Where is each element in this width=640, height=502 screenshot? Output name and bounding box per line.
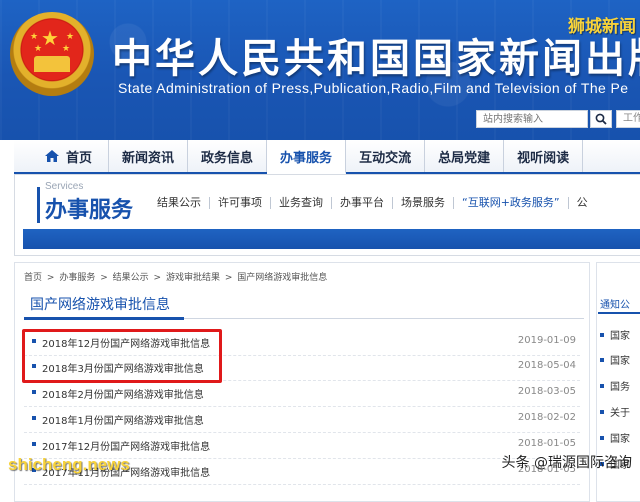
- nav-item-services[interactable]: 办事服务: [267, 140, 347, 174]
- emblem-star: ★: [41, 26, 59, 50]
- services-panel: Services 办事服务 结果公示 许可事项 业务查询 办事平台 场景服务 “…: [14, 174, 640, 256]
- notice-bullet-icon: [600, 436, 604, 440]
- site-subtitle-en: State Administration of Press,Publicatio…: [118, 80, 629, 96]
- breadcrumb: 首页 > 办事服务 > 结果公示 > 游戏审批结果 > 国产网络游戏审批信息: [24, 270, 329, 283]
- services-label-en: Services: [45, 181, 84, 192]
- notice-item[interactable]: 国家: [610, 327, 630, 342]
- list-item-date: 2018-03-05: [517, 386, 576, 397]
- list-item-date: 2018-02-02: [517, 412, 576, 423]
- emblem-small-star: ★: [34, 44, 43, 54]
- nav-item-party-building[interactable]: 总局党建: [425, 140, 505, 172]
- services-link-internet-plus[interactable]: “互联网+政务服务”: [454, 197, 569, 209]
- watermark-bottom-left: shicheng.news: [8, 455, 130, 474]
- emblem-gate: [34, 56, 70, 72]
- breadcrumb-separator: >: [46, 273, 55, 283]
- list-item[interactable]: 2018年12月份国产网络游戏审批信息 2019-01-09: [24, 330, 580, 356]
- list-item[interactable]: 2018年3月份国产网络游戏审批信息 2018-05-04: [24, 355, 580, 381]
- list-bullet-icon: [32, 442, 36, 446]
- services-link-platform[interactable]: 办事平台: [332, 197, 393, 209]
- search-button[interactable]: [590, 110, 612, 128]
- emblem-small-star: ★: [66, 32, 75, 42]
- breadcrumb-separator: >: [153, 273, 162, 283]
- notice-bullet-icon: [600, 358, 604, 362]
- services-accent-bar: [37, 187, 40, 223]
- nav-item-government-info[interactable]: 政务信息: [188, 140, 268, 172]
- notice-item[interactable]: 国务: [610, 378, 630, 393]
- notice-item[interactable]: 国家: [610, 352, 630, 367]
- services-link-scenario[interactable]: 场景服务: [393, 197, 454, 209]
- breadcrumb-game-approval[interactable]: 游戏审批结果: [166, 273, 220, 283]
- secondary-search-field[interactable]: 工作: [616, 110, 640, 128]
- breadcrumb-services[interactable]: 办事服务: [59, 273, 95, 283]
- breadcrumb-separator: >: [100, 273, 108, 283]
- breadcrumb-separator: >: [224, 273, 233, 283]
- nav-item-news[interactable]: 新闻资讯: [109, 140, 189, 172]
- services-link-query[interactable]: 业务查询: [271, 197, 332, 209]
- nav-item-home[interactable]: 首页: [14, 140, 110, 172]
- list-item-title[interactable]: 2018年12月份国产网络游戏审批信息: [42, 335, 210, 350]
- list-bullet-icon: [32, 339, 36, 343]
- list-bullet-icon: [32, 390, 36, 394]
- list-title-underline: [24, 317, 184, 320]
- services-links: 结果公示 许可事项 业务查询 办事平台 场景服务 “互联网+政务服务” 公: [149, 197, 596, 209]
- emblem-small-star: ★: [62, 44, 71, 54]
- watermark-top: 狮城新闻: [568, 17, 636, 37]
- national-emblem-icon: ★ ★ ★ ★ ★: [10, 12, 94, 96]
- site-title[interactable]: 中华人民共和国国家新闻出版: [112, 26, 640, 84]
- list-item-title[interactable]: 2018年1月份国产网络游戏审批信息: [42, 412, 204, 427]
- list-title: 国产网络游戏审批信息: [30, 297, 170, 313]
- nav-item-interaction[interactable]: 互动交流: [346, 140, 426, 172]
- notice-bullet-icon: [600, 410, 604, 414]
- list-item-date: 2018-05-04: [517, 360, 576, 371]
- emblem-small-star: ★: [30, 32, 39, 42]
- list-item-title[interactable]: 2018年2月份国产网络游戏审批信息: [42, 386, 204, 401]
- nav-item-audio-visual[interactable]: 视听阅读: [504, 140, 584, 172]
- notice-panel-title[interactable]: 通知公: [600, 296, 630, 311]
- list-item-date: 2019-01-09: [517, 335, 576, 346]
- search-input[interactable]: [476, 110, 588, 128]
- nav-item-label: 首页: [66, 150, 93, 166]
- notice-bullet-icon: [600, 384, 604, 388]
- breadcrumb-results[interactable]: 结果公示: [113, 273, 149, 283]
- notice-item[interactable]: 国家: [610, 430, 630, 445]
- services-blue-strip: [23, 229, 640, 249]
- home-icon: [45, 150, 59, 162]
- list-item-title[interactable]: 2017年12月份国产网络游戏审批信息: [42, 438, 210, 453]
- list-bullet-icon: [32, 364, 36, 368]
- breadcrumb-home[interactable]: 首页: [24, 273, 42, 283]
- services-link-licensing[interactable]: 许可事项: [210, 197, 271, 209]
- services-link-extra[interactable]: 公: [569, 197, 596, 209]
- notice-bullet-icon: [600, 333, 604, 337]
- breadcrumb-current: 国产网络游戏审批信息: [237, 273, 328, 283]
- list-item[interactable]: 2018年2月份国产网络游戏审批信息 2018-03-05: [24, 381, 580, 407]
- list-item[interactable]: 2018年1月份国产网络游戏审批信息 2018-02-02: [24, 407, 580, 433]
- list-item-date: 2018-01-05: [517, 438, 576, 449]
- notice-item[interactable]: 关于: [610, 404, 630, 419]
- search-icon: [595, 113, 607, 125]
- watermark-bottom-right: 头条 @瑞源国际咨询: [501, 455, 632, 471]
- services-link-results[interactable]: 结果公示: [149, 197, 210, 209]
- services-title: 办事服务: [45, 198, 134, 223]
- list-item-title[interactable]: 2018年3月份国产网络游戏审批信息: [42, 360, 204, 375]
- main-nav: 首页 新闻资讯 政务信息 办事服务 互动交流 总局党建 视听阅读: [14, 140, 640, 174]
- notice-panel-underline: [598, 312, 640, 314]
- list-bullet-icon: [32, 416, 36, 420]
